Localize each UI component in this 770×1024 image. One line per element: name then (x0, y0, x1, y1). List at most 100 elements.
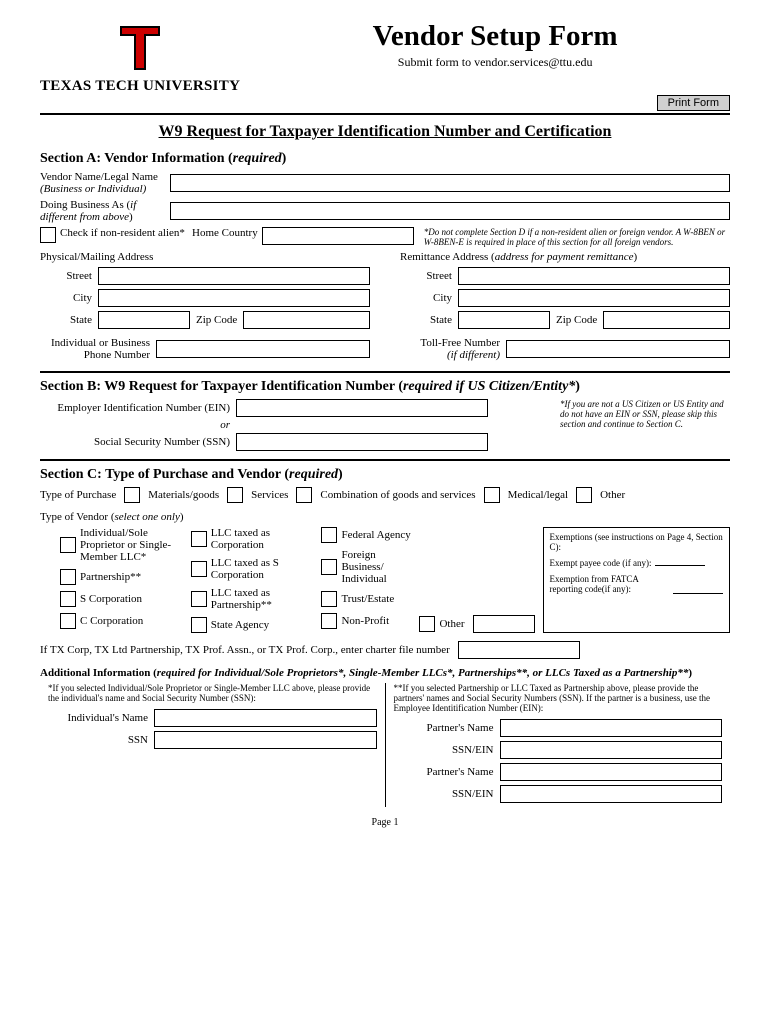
street-label-2: Street (400, 270, 452, 282)
llc-corp-checkbox[interactable] (191, 531, 207, 547)
partnership-checkbox[interactable] (60, 569, 76, 585)
partner1-name-label: Partner's Name (394, 722, 494, 734)
phys-street-field[interactable] (98, 267, 370, 285)
combo-checkbox[interactable] (296, 487, 312, 503)
home-country-label: Home Country (192, 227, 258, 239)
nonresident-checkbox[interactable] (40, 227, 56, 243)
vendor-name-label: Vendor Name/Legal Name (Business or Indi… (40, 171, 170, 195)
vendor-name-field[interactable] (170, 174, 730, 192)
exemptions-header: Exemptions (see instructions on Page 4, … (550, 532, 723, 552)
llc-partnership-label: LLC taxed as Partnership** (211, 587, 314, 611)
ttu-logo (112, 20, 168, 76)
nonprofit-checkbox[interactable] (321, 613, 337, 629)
partnership-label: Partnership** (80, 571, 141, 583)
combo-label: Combination of goods and services (320, 489, 475, 501)
dba-field[interactable] (170, 202, 730, 220)
exempt-fatca-label: Exemption from FATCA reporting code(if a… (550, 574, 669, 594)
section-b-header: Section B: W9 Request for Taxpayer Ident… (40, 379, 730, 395)
section-b-note: *If you are not a US Citizen or US Entit… (560, 399, 730, 453)
remit-city-field[interactable] (458, 289, 730, 307)
individual-note: *If you selected Individual/Sole Proprie… (48, 683, 377, 703)
home-country-field[interactable] (262, 227, 414, 245)
partner2-name-field[interactable] (500, 763, 723, 781)
phys-state-field[interactable] (98, 311, 190, 329)
state-agency-label: State Agency (211, 619, 269, 631)
section-c-header: Section C: Type of Purchase and Vendor (… (40, 467, 730, 483)
llc-scorp-checkbox[interactable] (191, 561, 207, 577)
charter-field[interactable] (458, 641, 580, 659)
ein-field[interactable] (236, 399, 488, 417)
partnership-note: **If you selected Partnership or LLC Tax… (394, 683, 723, 713)
federal-agency-checkbox[interactable] (321, 527, 337, 543)
zip-label: Zip Code (196, 314, 237, 326)
zip-label-2: Zip Code (556, 314, 597, 326)
state-agency-checkbox[interactable] (191, 617, 207, 633)
exempt-payee-field[interactable] (655, 565, 705, 566)
other-vendor-label: Other (439, 618, 464, 630)
materials-label: Materials/goods (148, 489, 219, 501)
individual-label: Individual/Sole Proprietor or Single-Mem… (80, 527, 183, 563)
materials-checkbox[interactable] (124, 487, 140, 503)
llc-corp-label: LLC taxed as Corporation (211, 527, 314, 551)
section-a-header: Section A: Vendor Information (required) (40, 151, 730, 167)
charter-label: If TX Corp, TX Ltd Partnership, TX Prof.… (40, 644, 450, 656)
nonprofit-label: Non-Profit (341, 615, 389, 627)
exempt-fatca-field[interactable] (673, 574, 723, 594)
ein-label: Employer Identification Number (EIN) (40, 402, 230, 414)
nonresident-note: *Do not complete Section D if a non-resi… (424, 227, 730, 247)
phys-city-field[interactable] (98, 289, 370, 307)
ssn-field[interactable] (236, 433, 488, 451)
medical-label: Medical/legal (508, 489, 568, 501)
individual-name-label: Individual's Name (48, 712, 148, 724)
services-checkbox[interactable] (227, 487, 243, 503)
phone-label: Individual or BusinessPhone Number (40, 337, 150, 361)
tollfree-field[interactable] (506, 340, 730, 358)
remit-zip-field[interactable] (603, 311, 730, 329)
exempt-payee-label: Exempt payee code (if any): (550, 558, 652, 568)
type-vendor-label: Type of Vendor (select one only) (40, 511, 730, 523)
trust-checkbox[interactable] (321, 591, 337, 607)
partner2-ssn-field[interactable] (500, 785, 723, 803)
services-label: Services (251, 489, 288, 501)
foreign-label: Foreign Business/ Individual (341, 549, 411, 585)
university-name: TEXAS TECH UNIVERSITY (40, 78, 240, 95)
other-vendor-checkbox[interactable] (419, 616, 435, 632)
foreign-checkbox[interactable] (321, 559, 337, 575)
ccorp-checkbox[interactable] (60, 613, 76, 629)
llc-scorp-label: LLC taxed as S Corporation (211, 557, 314, 581)
phone-field[interactable] (156, 340, 370, 358)
state-label: State (40, 314, 92, 326)
remit-state-field[interactable] (458, 311, 550, 329)
individual-ssn-field[interactable] (154, 731, 377, 749)
scorp-checkbox[interactable] (60, 591, 76, 607)
dba-label: Doing Business As (if different from abo… (40, 199, 170, 223)
partner1-name-field[interactable] (500, 719, 723, 737)
divider (40, 459, 730, 461)
other-purchase-label: Other (600, 489, 625, 501)
or-label: or (40, 419, 230, 431)
remittance-address-label: Remittance Address (address for payment … (400, 251, 730, 263)
ssn-label: Social Security Number (SSN) (40, 436, 230, 448)
street-label: Street (40, 270, 92, 282)
remit-street-field[interactable] (458, 267, 730, 285)
trust-label: Trust/Estate (341, 593, 394, 605)
city-label-2: City (400, 292, 452, 304)
individual-name-field[interactable] (154, 709, 377, 727)
submit-instruction: Submit form to vendor.services@ttu.edu (260, 55, 730, 70)
federal-agency-label: Federal Agency (341, 529, 410, 541)
state-label-2: State (400, 314, 452, 326)
other-purchase-checkbox[interactable] (576, 487, 592, 503)
individual-ssn-label: SSN (48, 734, 148, 746)
scorp-label: S Corporation (80, 593, 142, 605)
ccorp-label: C Corporation (80, 615, 143, 627)
individual-checkbox[interactable] (60, 537, 76, 553)
partner2-ssn-label: SSN/EIN (394, 788, 494, 800)
medical-checkbox[interactable] (484, 487, 500, 503)
phys-zip-field[interactable] (243, 311, 370, 329)
other-vendor-field[interactable] (473, 615, 535, 633)
print-button[interactable]: Print Form (657, 95, 730, 111)
type-purchase-label: Type of Purchase (40, 489, 116, 501)
partner1-ssn-field[interactable] (500, 741, 723, 759)
w9-heading: W9 Request for Taxpayer Identification N… (40, 123, 730, 141)
llc-partnership-checkbox[interactable] (191, 591, 207, 607)
